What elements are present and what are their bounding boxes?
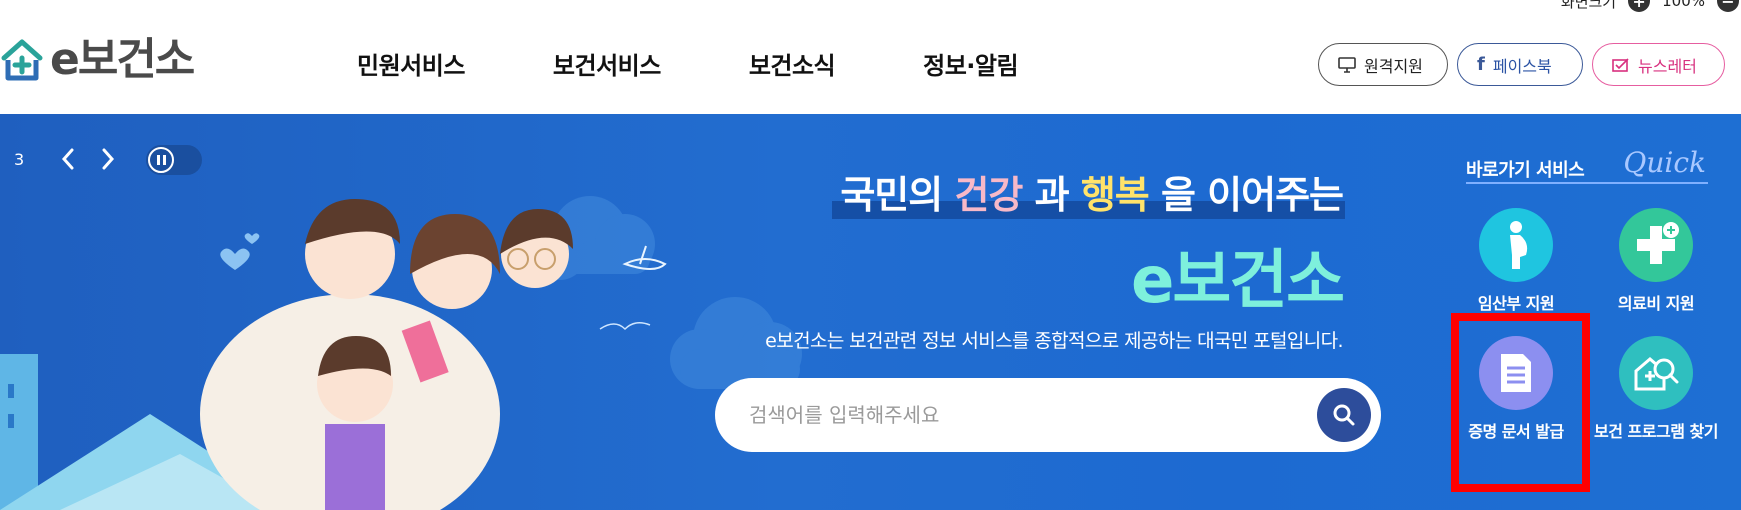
quick-health-program[interactable]: 보건 프로그램 찾기 — [1591, 336, 1721, 442]
quick-certificate-label: 증명 문서 발급 — [1468, 422, 1564, 441]
zoom-controls: 화면크기 + 100% − — [1560, 0, 1739, 12]
main-visual: 3 국민의 건강 과 행복 을 이어주는 e보건소 e보건소는 보건관련 정보 … — [0, 114, 1741, 510]
page: 화면크기 + 100% − e보건소 민원서비스 보건서비스 보건소식 정보·알… — [0, 0, 1741, 510]
headline-health: 건강 — [954, 173, 1023, 217]
logo-house-icon — [1, 39, 43, 81]
nav-info-notice[interactable]: 정보·알림 — [923, 46, 1018, 81]
search-icon — [1333, 404, 1355, 426]
zoom-in-icon[interactable]: + — [1628, 0, 1651, 12]
newsletter-icon — [1612, 57, 1629, 72]
hero-brand: e보건소 — [1130, 244, 1345, 318]
header-buttons: 원격지원 f 페이스북 뉴스레터 — [1318, 43, 1725, 86]
facebook-label: 페이스북 — [1492, 56, 1552, 76]
quick-menu-title: 바로가기 서비스 — [1466, 160, 1585, 181]
hero-headline: 국민의 건강 과 행복 을 이어주는 — [832, 164, 1345, 219]
remote-support-label: 원격지원 — [1364, 56, 1423, 76]
program-search-icon — [1619, 336, 1693, 410]
logo-text: e보건소 — [50, 34, 195, 85]
newsletter-button[interactable]: 뉴스레터 — [1592, 43, 1725, 86]
hero-description: e보건소는 보건관련 정보 서비스를 종합적으로 제공하는 대국민 포털입니다. — [765, 330, 1343, 352]
document-icon — [1479, 336, 1553, 410]
nav-civil-service[interactable]: 민원서비스 — [357, 46, 465, 81]
pause-toggle[interactable] — [146, 145, 202, 175]
pregnant-woman-icon — [1479, 208, 1553, 282]
pause-icon — [148, 147, 174, 173]
quick-medical-expense[interactable]: 의료비 지원 — [1591, 208, 1721, 314]
site-logo[interactable]: e보건소 — [0, 34, 195, 85]
quick-medical-label: 의료비 지원 — [1617, 294, 1695, 313]
headline-happiness: 행복 — [1080, 173, 1150, 217]
slide-number: 3 — [14, 150, 25, 169]
zoom-out-icon[interactable]: − — [1717, 0, 1739, 12]
next-slide-icon[interactable] — [98, 144, 118, 174]
monitor-icon — [1338, 56, 1356, 73]
medical-cross-icon — [1619, 208, 1693, 282]
quick-script: Quick — [1623, 146, 1706, 179]
quick-pregnant-support[interactable]: 임산부 지원 — [1451, 208, 1581, 314]
nav-health-news[interactable]: 보건소식 — [749, 46, 836, 81]
quick-menu-header: 바로가기 서비스 Quick — [1466, 146, 1708, 184]
search-box — [715, 378, 1381, 452]
quick-pregnant-label: 임산부 지원 — [1477, 294, 1555, 313]
font-size-label: 화면크기 — [1560, 0, 1617, 11]
search-button[interactable] — [1317, 388, 1371, 442]
site-header: 화면크기 + 100% − e보건소 민원서비스 보건서비스 보건소식 정보·알… — [0, 0, 1741, 114]
search-input[interactable] — [749, 394, 1309, 436]
main-nav: 민원서비스 보건서비스 보건소식 정보·알림 — [357, 46, 1106, 81]
facebook-button[interactable]: f 페이스북 — [1457, 43, 1583, 86]
newsletter-label: 뉴스레터 — [1638, 56, 1697, 76]
quick-certificate-issue[interactable]: 증명 문서 발급 — [1451, 336, 1581, 442]
prev-slide-icon[interactable] — [58, 144, 78, 174]
zoom-level: 100% — [1662, 0, 1705, 10]
remote-support-button[interactable]: 원격지원 — [1318, 43, 1448, 86]
nav-health-service[interactable]: 보건서비스 — [553, 46, 661, 81]
facebook-icon: f — [1477, 54, 1485, 75]
quick-program-label: 보건 프로그램 찾기 — [1594, 422, 1718, 441]
